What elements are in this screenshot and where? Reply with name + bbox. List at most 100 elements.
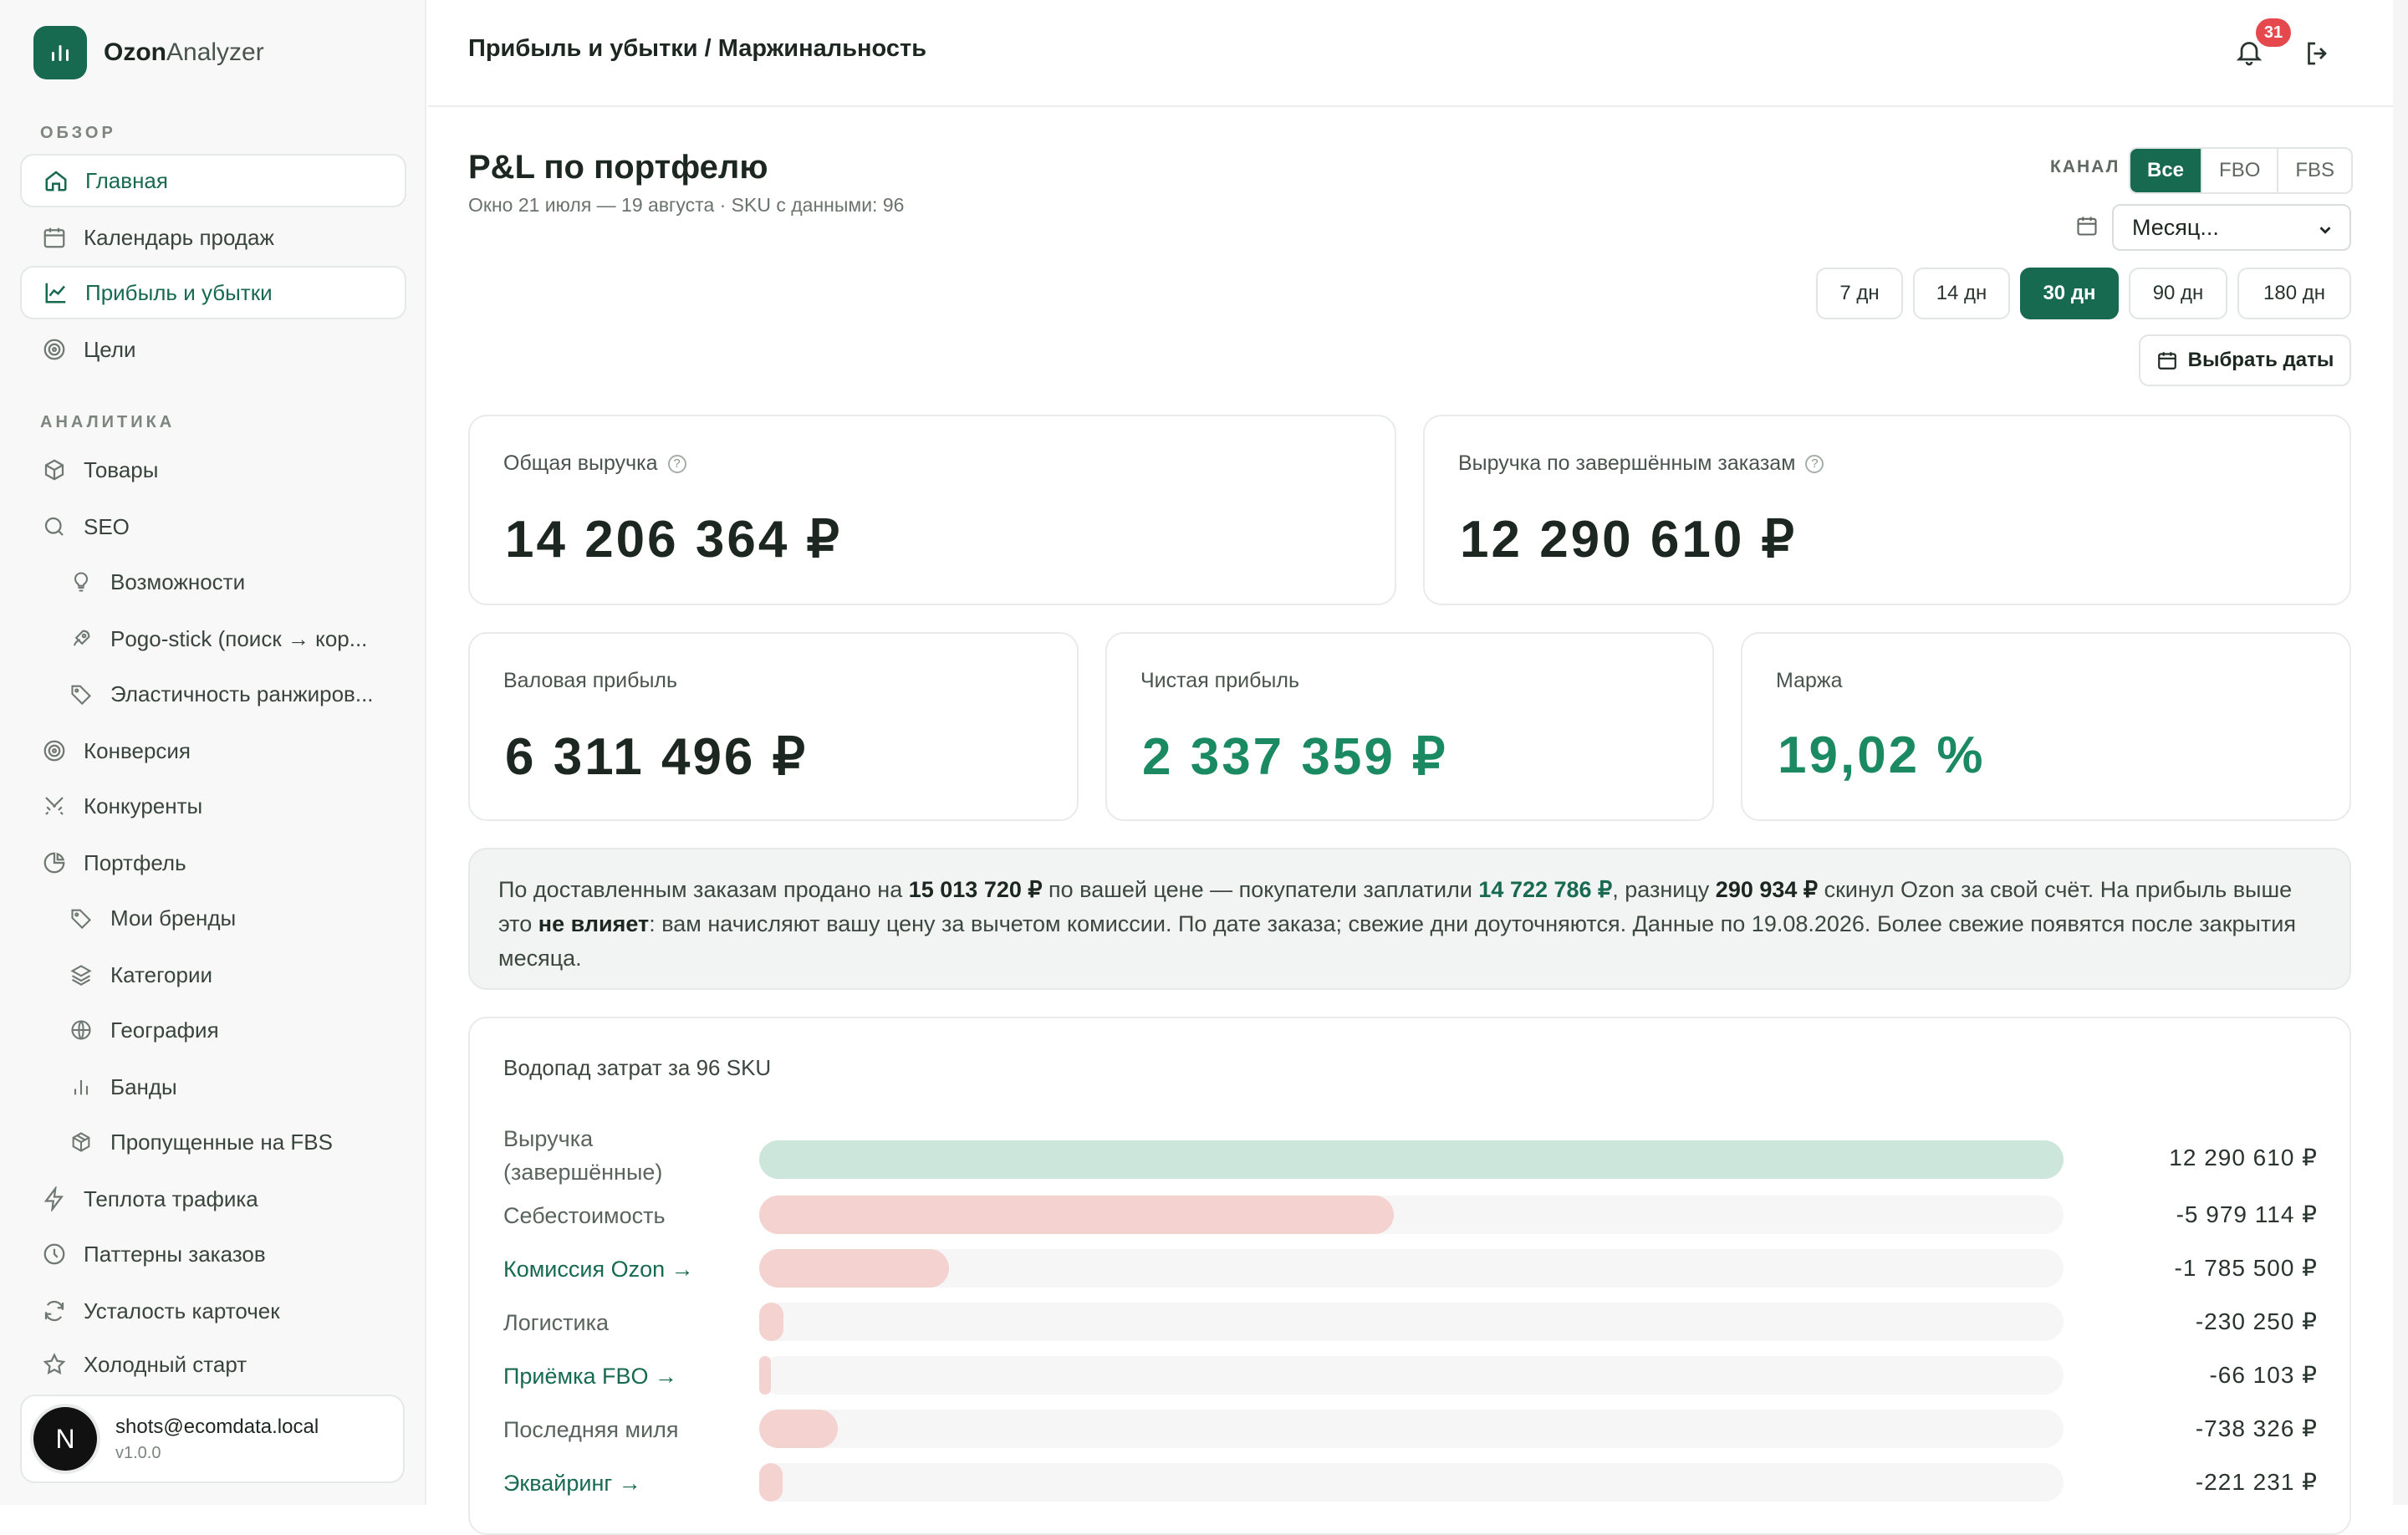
waterfall-bar-track xyxy=(759,1410,2064,1448)
period-14d-button[interactable]: 14 дн xyxy=(1913,268,2010,319)
kpi-card-margin: Маржа 19,02 % xyxy=(1741,632,2351,821)
waterfall-bar-negative xyxy=(759,1196,1394,1234)
channel-label: КАНАЛ xyxy=(2050,157,2120,176)
search-icon xyxy=(40,513,69,541)
sidebar-item-home[interactable]: Главная xyxy=(20,154,406,207)
waterfall-value: -5 979 114 ₽ xyxy=(2176,1201,2318,1227)
waterfall-bar-negative xyxy=(759,1410,838,1448)
sidebar-item-goals[interactable]: Цели xyxy=(20,323,406,376)
page-subtitle: Окно 21 июля — 19 августа · SKU с данным… xyxy=(468,194,905,216)
refresh-icon xyxy=(40,1297,69,1325)
breadcrumb: Прибыль и убытки / Маржинальность xyxy=(468,35,927,62)
calendar-icon xyxy=(2075,214,2100,239)
sidebar-item-ranking-elasticity[interactable]: Эластичность ранжиров... xyxy=(20,667,406,721)
calendar-icon xyxy=(40,223,69,252)
section-label-analytics: АНАЛИТИКА xyxy=(40,413,176,431)
info-note: По доставленным заказам продано на 15 01… xyxy=(468,848,2351,990)
waterfall-value: -1 785 500 ₽ xyxy=(2174,1255,2318,1281)
period-7d-button[interactable]: 7 дн xyxy=(1816,268,1903,319)
waterfall-value: -230 250 ₽ xyxy=(2195,1308,2318,1334)
sidebar: OzonAnalyzer ОБЗОР Главная Календарь про… xyxy=(0,0,426,1505)
period-90d-button[interactable]: 90 дн xyxy=(2129,268,2227,319)
waterfall-link-label[interactable]: Эквайринг → xyxy=(503,1466,737,1500)
avatar: N xyxy=(33,1407,97,1471)
top-header: Прибыль и убытки / Маржинальность 31 xyxy=(428,0,2393,107)
sidebar-item-traffic-warmth[interactable]: Теплота трафика xyxy=(20,1172,406,1226)
sidebar-item-pogo-stick[interactable]: Pogo-stick (поиск → кор... xyxy=(20,612,406,666)
waterfall-link-label[interactable]: Комиссия Ozon → xyxy=(503,1252,737,1286)
waterfall-label: Выручка (завершённые) xyxy=(503,1126,663,1185)
kpi-label: Выручка по завершённым заказам xyxy=(1458,451,1796,475)
help-icon[interactable]: ? xyxy=(667,454,686,473)
box-icon xyxy=(40,456,69,484)
logout-icon[interactable] xyxy=(2303,38,2334,70)
kpi-value: 14 206 364 ₽ xyxy=(505,511,842,569)
lightbulb-icon xyxy=(67,568,95,596)
user-card[interactable]: N shots@ecomdata.local v1.0.0 xyxy=(20,1395,405,1483)
channel-segmented-control: Все FBO FBS xyxy=(2129,147,2354,194)
sidebar-item-portfolio[interactable]: Портфель xyxy=(20,836,406,890)
sidebar-item-geography[interactable]: География xyxy=(20,1003,406,1057)
app-name: OzonAnalyzer xyxy=(104,38,264,66)
clock-icon xyxy=(40,1240,69,1268)
kpi-card-total-revenue: Общая выручка? 14 206 364 ₽ xyxy=(468,415,1396,605)
cost-waterfall-card: Водопад затрат за 96 SKU Выручка (заверш… xyxy=(468,1017,2351,1535)
waterfall-bar-positive xyxy=(759,1140,2064,1179)
kpi-value: 12 290 610 ₽ xyxy=(1460,511,1797,569)
waterfall-bar-track xyxy=(759,1196,2064,1234)
target-icon xyxy=(40,335,69,364)
swords-icon xyxy=(40,792,69,820)
channel-all-button[interactable]: Все xyxy=(2130,149,2201,192)
sidebar-item-opportunities[interactable]: Возможности xyxy=(20,555,406,609)
star-icon xyxy=(40,1350,69,1379)
waterfall-bar-negative xyxy=(759,1463,783,1502)
channel-fbs-button[interactable]: FBS xyxy=(2277,149,2351,192)
app-version: v1.0.0 xyxy=(115,1443,161,1462)
waterfall-value: -738 326 ₽ xyxy=(2195,1415,2318,1441)
kpi-card-net-profit: Чистая прибыль 2 337 359 ₽ xyxy=(1105,632,1714,821)
sidebar-item-missed-fbs[interactable]: Пропущенные на FBS xyxy=(20,1115,406,1169)
sidebar-item-card-fatigue[interactable]: Усталость карточек xyxy=(20,1284,406,1338)
kpi-card-completed-revenue: Выручка по завершённым заказам? 12 290 6… xyxy=(1423,415,2351,605)
waterfall-label: Себестоимость xyxy=(503,1203,666,1228)
sidebar-item-bands[interactable]: Банды xyxy=(20,1060,406,1114)
sidebar-item-categories[interactable]: Категории xyxy=(20,948,406,1002)
logo-bar-chart-icon xyxy=(33,26,87,79)
boxes-icon xyxy=(67,1128,95,1156)
granularity-select-value: Месяц... xyxy=(2132,214,2219,240)
period-30d-button[interactable]: 30 дн xyxy=(2020,268,2119,319)
waterfall-value: -66 103 ₽ xyxy=(2209,1362,2318,1388)
help-icon[interactable]: ? xyxy=(1805,454,1824,473)
period-180d-button[interactable]: 180 дн xyxy=(2237,268,2351,319)
sidebar-item-products[interactable]: Товары xyxy=(20,443,406,497)
home-icon xyxy=(42,166,70,195)
sidebar-item-cold-start[interactable]: Холодный старт xyxy=(20,1339,406,1390)
waterfall-link-label[interactable]: Приёмка FBO → xyxy=(503,1359,737,1393)
pick-dates-button[interactable]: Выбрать даты xyxy=(2139,334,2351,386)
target-icon xyxy=(40,737,69,765)
sidebar-item-my-brands[interactable]: Мои бренды xyxy=(20,891,406,945)
waterfall-bar-track xyxy=(759,1303,2064,1341)
kpi-label: Чистая прибыль xyxy=(1140,669,1299,692)
waterfall-bar-track xyxy=(759,1249,2064,1288)
sidebar-item-sales-calendar[interactable]: Календарь продаж xyxy=(20,211,406,264)
waterfall-bar-negative xyxy=(759,1249,949,1288)
waterfall-label: Логистика xyxy=(503,1310,610,1335)
sidebar-item-competitors[interactable]: Конкуренты xyxy=(20,779,406,833)
sidebar-item-pnl[interactable]: Прибыль и убытки xyxy=(20,266,406,319)
scrollbar[interactable] xyxy=(2393,0,2408,1505)
kpi-label: Валовая прибыль xyxy=(503,669,678,692)
kpi-value: 19,02 % xyxy=(1778,727,1986,784)
channel-fbo-button[interactable]: FBO xyxy=(2201,149,2277,192)
granularity-select[interactable]: Месяц... xyxy=(2112,204,2351,251)
sidebar-item-seo[interactable]: SEO xyxy=(20,500,406,553)
waterfall-bar-track xyxy=(759,1356,2064,1395)
brand[interactable]: OzonAnalyzer xyxy=(33,25,264,80)
kpi-label: Общая выручка xyxy=(503,451,658,475)
notifications-bell-icon[interactable]: 31 xyxy=(2234,18,2291,70)
waterfall-value: -221 231 ₽ xyxy=(2195,1469,2318,1495)
sidebar-item-conversion[interactable]: Конверсия xyxy=(20,724,406,778)
tag-icon xyxy=(67,904,95,932)
sidebar-item-order-patterns[interactable]: Паттерны заказов xyxy=(20,1227,406,1281)
waterfall-bar-track xyxy=(759,1140,2064,1179)
